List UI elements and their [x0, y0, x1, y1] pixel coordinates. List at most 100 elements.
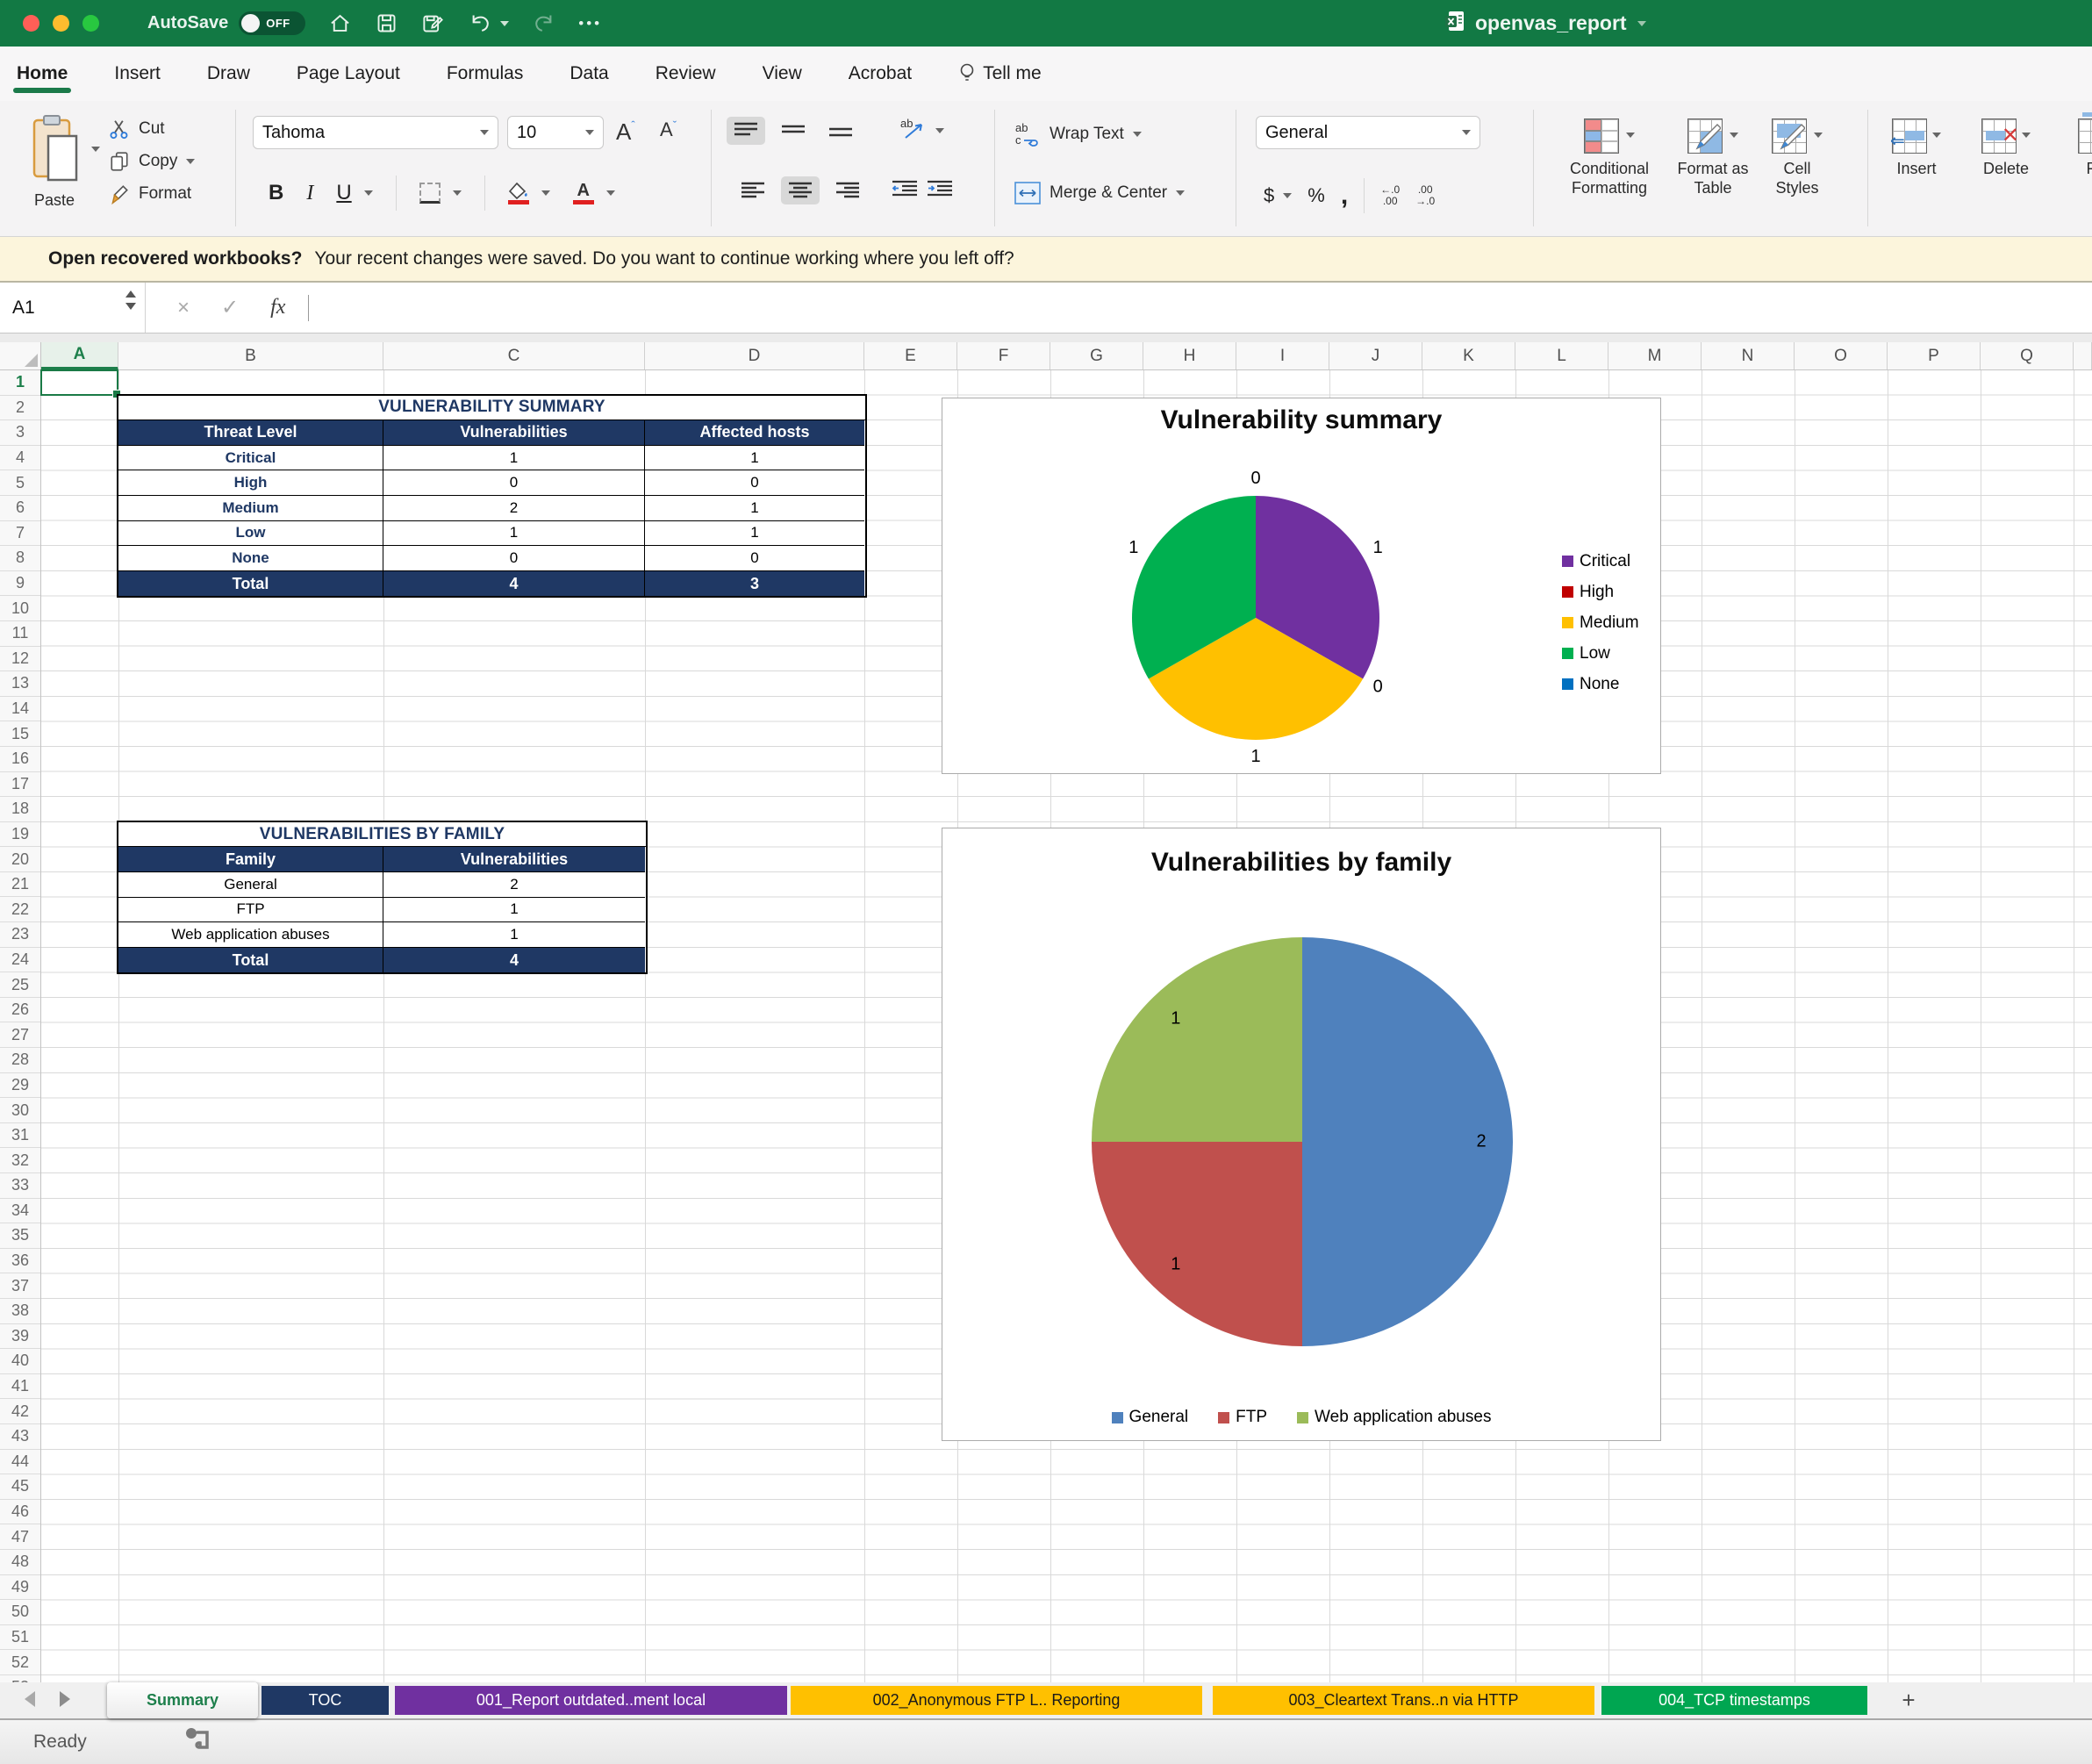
column-header-J[interactable]: J: [1329, 342, 1422, 369]
fill-color-chevron-icon[interactable]: [541, 190, 550, 196]
row-header-49[interactable]: 49: [0, 1575, 40, 1601]
underline-button[interactable]: U: [336, 181, 351, 205]
sheet-tab-004-tcp-timestamps[interactable]: 004_TCP timestamps: [1601, 1686, 1867, 1715]
row-header-32[interactable]: 32: [0, 1148, 40, 1173]
row-header-27[interactable]: 27: [0, 1022, 40, 1048]
row-header-17[interactable]: 17: [0, 772, 40, 798]
row-header-3[interactable]: 3: [0, 420, 40, 446]
row-header-50[interactable]: 50: [0, 1600, 40, 1625]
italic-button[interactable]: I: [306, 182, 313, 205]
confirm-entry-icon[interactable]: ✓: [221, 295, 239, 320]
copy-chevron-icon[interactable]: [186, 159, 195, 164]
fill-color-icon[interactable]: [508, 183, 529, 204]
decrease-indent-icon[interactable]: [892, 180, 918, 202]
save-icon[interactable]: [375, 11, 398, 35]
table-header-cell[interactable]: Vulnerabilities: [383, 847, 645, 872]
table-data-cell[interactable]: Web application abuses: [118, 922, 383, 948]
number-format-select[interactable]: General: [1256, 116, 1480, 149]
row-header-46[interactable]: 46: [0, 1500, 40, 1525]
row-header-40[interactable]: 40: [0, 1349, 40, 1374]
sheet-tab-003-cleartext-trans-n-via-http[interactable]: 003_Cleartext Trans..n via HTTP: [1213, 1686, 1594, 1715]
format-as-table-button[interactable]: Format as Table: [1671, 118, 1755, 197]
paste-button[interactable]: Paste: [19, 113, 90, 210]
conditional-formatting-button[interactable]: Conditional Formatting: [1551, 118, 1667, 197]
table-header-cell[interactable]: Family: [118, 847, 383, 872]
table-data-cell[interactable]: 0: [645, 470, 864, 496]
ribbon-tab-formulas[interactable]: Formulas: [445, 51, 526, 97]
row-header-9[interactable]: 9: [0, 571, 40, 597]
legend-item-none[interactable]: None: [1562, 669, 1639, 699]
table-header-cell[interactable]: Affected hosts: [645, 420, 864, 446]
row-header-35[interactable]: 35: [0, 1223, 40, 1249]
borders-chevron-icon[interactable]: [453, 190, 462, 196]
column-header-B[interactable]: B: [118, 342, 383, 369]
table-data-cell[interactable]: 1: [645, 446, 864, 471]
column-header-D[interactable]: D: [645, 342, 864, 369]
table-data-cell[interactable]: 1: [383, 446, 645, 471]
row-header-11[interactable]: 11: [0, 621, 40, 647]
row-header-21[interactable]: 21: [0, 872, 40, 898]
row-header-42[interactable]: 42: [0, 1399, 40, 1424]
currency-chevron-icon[interactable]: [1283, 193, 1292, 198]
increase-decimal-button[interactable]: ←.0.00: [1380, 184, 1400, 207]
table-total-cell[interactable]: Total: [118, 571, 383, 597]
row-header-41[interactable]: 41: [0, 1374, 40, 1400]
row-header-44[interactable]: 44: [0, 1450, 40, 1475]
chart-vulnerability-summary[interactable]: Vulnerability summary10110CriticalHighMe…: [942, 398, 1661, 774]
format-cells-button[interactable]: Fo: [2062, 118, 2092, 178]
chart-vulnerabilities-by-family[interactable]: Vulnerabilities by family211GeneralFTPWe…: [942, 828, 1661, 1441]
add-sheet-button[interactable]: +: [1889, 1686, 1928, 1715]
legend-item-high[interactable]: High: [1562, 577, 1639, 607]
row-header-26[interactable]: 26: [0, 998, 40, 1023]
row-header-30[interactable]: 30: [0, 1098, 40, 1123]
font-size-select[interactable]: 10: [507, 116, 604, 149]
column-header-M[interactable]: M: [1608, 342, 1702, 369]
merge-center-button[interactable]: Merge & Center: [1014, 182, 1185, 204]
ribbon-tab-tell-me[interactable]: Tell me: [956, 50, 1043, 97]
table-data-cell[interactable]: 0: [645, 546, 864, 571]
row-header-31[interactable]: 31: [0, 1123, 40, 1149]
column-header-E[interactable]: E: [864, 342, 957, 369]
table-data-cell[interactable]: 1: [383, 922, 645, 948]
legend-item-critical[interactable]: Critical: [1562, 546, 1639, 577]
decrease-font-button[interactable]: Aˇ: [660, 118, 677, 141]
row-header-53[interactable]: 53: [0, 1675, 40, 1682]
row-header-16[interactable]: 16: [0, 747, 40, 772]
table-total-cell[interactable]: 4: [383, 571, 645, 597]
column-header-A[interactable]: A: [41, 342, 118, 370]
ribbon-tab-view[interactable]: View: [761, 51, 804, 97]
row-header-38[interactable]: 38: [0, 1299, 40, 1324]
comma-format-button[interactable]: ,: [1341, 181, 1348, 211]
ribbon-tab-home[interactable]: Home: [15, 51, 69, 97]
underline-chevron-icon[interactable]: [364, 190, 373, 196]
table-data-cell[interactable]: Low: [118, 521, 383, 547]
home-icon[interactable]: [328, 11, 352, 35]
sheet-tab-002-anonymous-ftp-l-reporting[interactable]: 002_Anonymous FTP L.. Reporting: [791, 1686, 1202, 1715]
column-header-K[interactable]: K: [1422, 342, 1515, 369]
column-header-O[interactable]: O: [1795, 342, 1888, 369]
row-header-22[interactable]: 22: [0, 897, 40, 922]
undo-icon[interactable]: [468, 11, 493, 35]
redo-icon[interactable]: [532, 11, 555, 35]
decrease-decimal-button[interactable]: .00→.0: [1415, 184, 1435, 207]
orientation-chevron-icon[interactable]: [935, 128, 944, 133]
insert-function-icon[interactable]: fx: [270, 296, 285, 319]
row-header-19[interactable]: 19: [0, 822, 40, 848]
legend-item-general[interactable]: General: [1112, 1407, 1189, 1428]
row-header-37[interactable]: 37: [0, 1273, 40, 1299]
row-header-14[interactable]: 14: [0, 697, 40, 722]
increase-font-button[interactable]: Aˆ: [616, 118, 635, 146]
row-header-28[interactable]: 28: [0, 1048, 40, 1073]
align-center-button[interactable]: [781, 176, 820, 204]
wrap-text-button[interactable]: abc Wrap Text: [1014, 122, 1142, 147]
row-header-18[interactable]: 18: [0, 797, 40, 822]
more-toolbar-icon[interactable]: •••: [578, 15, 602, 32]
column-header-I[interactable]: I: [1236, 342, 1329, 369]
row-header-48[interactable]: 48: [0, 1550, 40, 1575]
row-header-33[interactable]: 33: [0, 1173, 40, 1199]
table-data-cell[interactable]: 0: [383, 546, 645, 571]
percent-format-button[interactable]: %: [1308, 184, 1325, 207]
copy-button[interactable]: Copy: [109, 151, 195, 172]
font-name-select[interactable]: Tahoma: [253, 116, 498, 149]
table-header-cell[interactable]: Threat Level: [118, 420, 383, 446]
